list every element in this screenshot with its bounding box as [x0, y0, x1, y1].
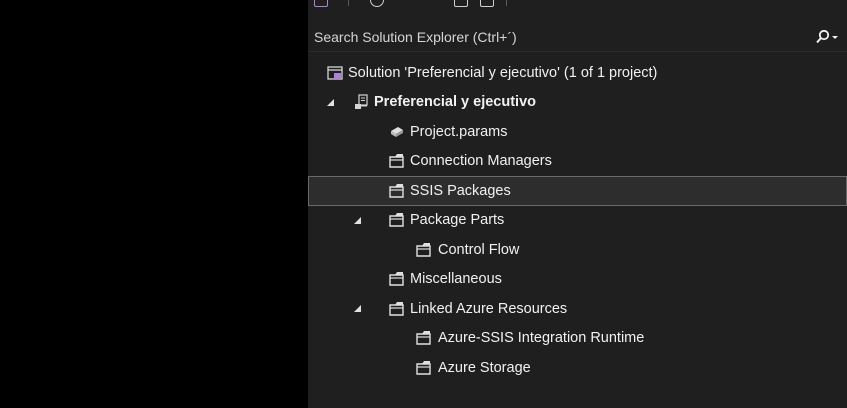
- tree-item-label: Connection Managers: [410, 153, 552, 170]
- tree-item-label: Miscellaneous: [410, 271, 502, 288]
- tree-item-solution[interactable]: Solution 'Preferencial y ejecutivo' (1 o…: [308, 58, 847, 88]
- folder-icon: [389, 272, 404, 286]
- tree-item-control-flow[interactable]: Control Flow: [308, 235, 847, 265]
- tree-item-miscellaneous[interactable]: Miscellaneous: [308, 265, 847, 295]
- solution-explorer-toolbar: [308, 0, 847, 22]
- tree-item-label: SSIS Packages: [410, 182, 511, 199]
- search-box[interactable]: Search Solution Explorer (Ctrl+´): [308, 22, 847, 52]
- solution-explorer-panel: Search Solution Explorer (Ctrl+´) Soluti…: [308, 0, 847, 408]
- search-input[interactable]: Search Solution Explorer (Ctrl+´): [308, 29, 807, 45]
- tree-item-package-parts[interactable]: Package Parts: [308, 206, 847, 236]
- vs-icon[interactable]: [314, 0, 328, 7]
- tree-item-project-params[interactable]: Project.params: [308, 117, 847, 147]
- show-all-files-icon[interactable]: [480, 0, 494, 7]
- folder-icon: [389, 183, 404, 198]
- tree-item-label: Package Parts: [410, 212, 505, 229]
- tree-item-azure-ssis-integration-runtime[interactable]: Azure-SSIS Integration Runtime: [308, 324, 847, 354]
- tree-item-label: Control Flow: [438, 241, 520, 258]
- expander-triangle-icon[interactable]: [352, 215, 362, 225]
- tree-item-connection-managers[interactable]: Connection Managers: [308, 147, 847, 177]
- ssis-project-icon: [355, 94, 368, 110]
- tree-item-linked-azure-resources[interactable]: Linked Azure Resources: [308, 294, 847, 324]
- search-icon: [816, 29, 838, 43]
- expander-triangle-icon[interactable]: [352, 304, 362, 314]
- tree-item-label: Linked Azure Resources: [410, 300, 568, 317]
- expander-triangle-icon[interactable]: [325, 97, 335, 107]
- folder-icon: [416, 242, 431, 257]
- folder-icon: [389, 213, 404, 227]
- editor-area-blank: [0, 0, 303, 408]
- solution-tree: Solution 'Preferencial y ejecutivo' (1 o…: [308, 58, 847, 383]
- tree-item-label: Project.params: [410, 123, 508, 140]
- collapse-all-icon[interactable]: [454, 0, 468, 7]
- toolbar-separator: [506, 0, 507, 6]
- toolbar-separator: [348, 0, 349, 6]
- tree-item-ssis-packages[interactable]: SSIS Packages: [308, 176, 847, 206]
- tree-item-azure-storage[interactable]: Azure Storage: [308, 353, 847, 383]
- folder-icon: [416, 331, 431, 345]
- folder-icon: [416, 360, 431, 375]
- sync-icon[interactable]: [370, 0, 384, 7]
- folder-icon: [389, 301, 404, 316]
- params-icon: [391, 126, 403, 137]
- tree-item-label: Preferencial y ejecutivo: [374, 94, 536, 111]
- tree-item-project[interactable]: Preferencial y ejecutivo: [308, 88, 847, 118]
- chevron-down-icon: [832, 35, 838, 39]
- tree-item-label: Azure-SSIS Integration Runtime: [438, 330, 645, 347]
- search-options-button[interactable]: [807, 22, 847, 52]
- tree-item-label: Azure Storage: [438, 359, 531, 376]
- tree-item-label: Solution 'Preferencial y ejecutivo' (1 o…: [348, 64, 658, 81]
- solution-icon: [327, 66, 343, 80]
- folder-icon: [389, 154, 404, 168]
